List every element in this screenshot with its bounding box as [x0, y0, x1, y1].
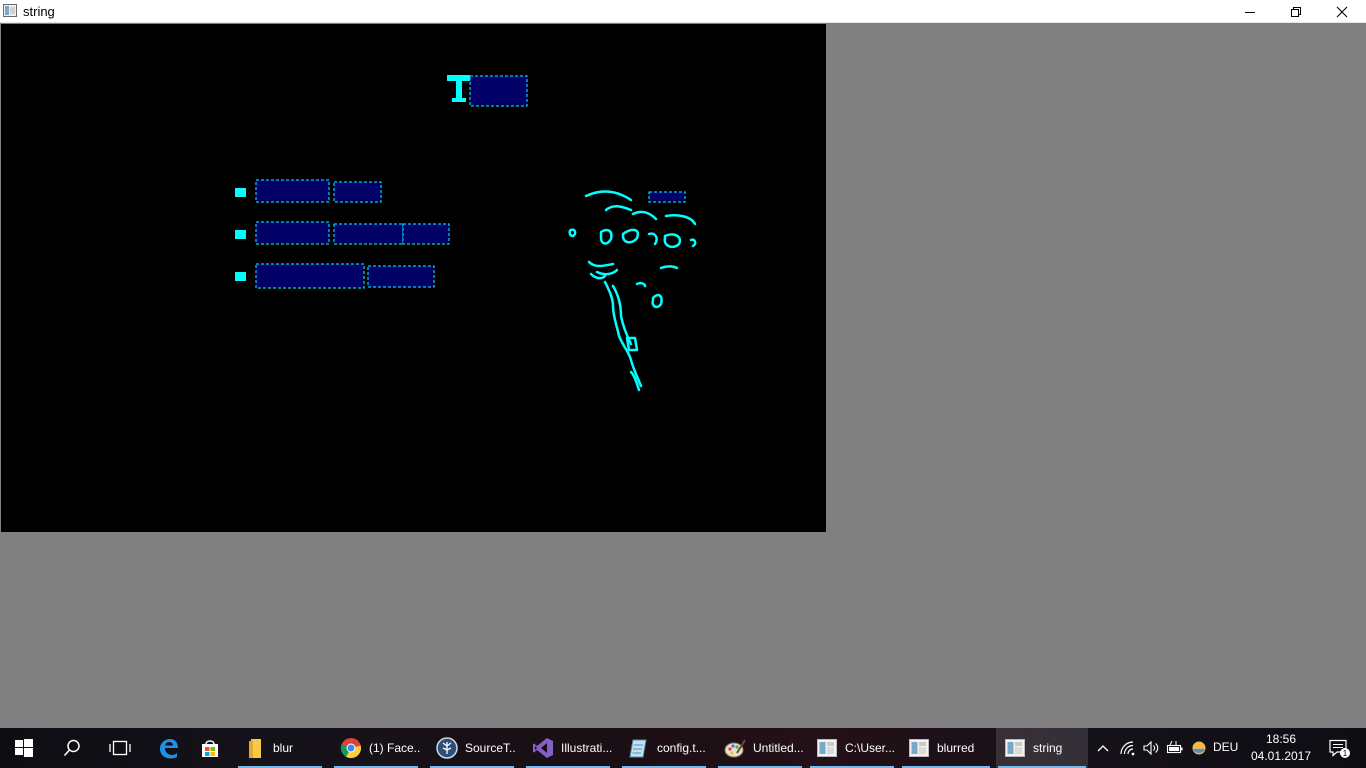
sourcetree-icon [436, 737, 458, 759]
taskbar-app-chrome[interactable]: (1) Face... [332, 728, 420, 768]
battery-button[interactable] [1164, 728, 1186, 768]
taskbar-app-label: Untitled... [753, 741, 804, 755]
edge-icon [160, 739, 178, 759]
minimize-icon [1245, 11, 1255, 13]
restore-button[interactable] [1273, 0, 1319, 23]
paint-icon [724, 739, 746, 758]
store-button[interactable] [186, 728, 234, 768]
input-language-indicator[interactable]: DEU [1213, 740, 1238, 754]
minimize-button[interactable] [1227, 0, 1273, 23]
notification-count: 1 [1343, 749, 1348, 758]
taskbar-app-notepad[interactable]: config.t... [620, 728, 708, 768]
start-button[interactable] [0, 728, 48, 768]
edge-detection-image [235, 75, 697, 392]
window-title-bar: string [0, 0, 1366, 23]
folder-icon [249, 739, 261, 758]
image-canvas [1, 24, 826, 532]
bullet-row [235, 221, 450, 245]
notepad-icon [629, 739, 647, 758]
taskbar-app-sourcetree[interactable]: SourceT... [428, 728, 516, 768]
search-button[interactable] [48, 728, 96, 768]
title-text-block [469, 75, 528, 107]
taskbar-app-visual-studio[interactable]: Illustrati... [524, 728, 612, 768]
action-center-button[interactable]: 1 [1320, 728, 1356, 768]
windows-logo-icon [15, 739, 33, 757]
store-icon [202, 740, 218, 757]
visual-studio-icon [533, 738, 553, 758]
speaker-icon [1143, 740, 1159, 756]
taskbar-app-blurred[interactable]: blurred [900, 728, 992, 768]
figure-label-block [648, 191, 686, 203]
taskbar-app-label: Illustrati... [561, 741, 612, 755]
taskbar: blur (1) Face... SourceT... Illustrati..… [0, 728, 1366, 768]
title-glyph [447, 75, 470, 102]
close-icon [1336, 6, 1348, 17]
search-icon [63, 739, 80, 757]
taskbar-app-label: C:\User... [845, 741, 896, 755]
weather-tray-button[interactable] [1188, 728, 1210, 768]
taskbar-app-string[interactable]: string [996, 728, 1088, 768]
image-window-icon [817, 739, 837, 757]
weather-icon [1192, 741, 1206, 755]
notification-icon: 1 [1329, 739, 1350, 758]
clock-date: 04.01.2017 [1250, 749, 1312, 763]
taskbar-app-paint[interactable]: Untitled... [716, 728, 804, 768]
chevron-up-icon [1097, 745, 1109, 752]
edge-figure [568, 190, 697, 392]
taskbar-app-label: (1) Face... [369, 741, 420, 755]
bullet-row [235, 179, 382, 203]
volume-button[interactable] [1140, 728, 1162, 768]
wifi-icon [1120, 741, 1135, 756]
taskbar-app-blur[interactable]: blur [236, 728, 324, 768]
taskbar-app-label: blurred [937, 741, 975, 755]
image-window-icon [3, 4, 17, 17]
taskbar-app-opencv-window-1[interactable]: C:\User... [808, 728, 896, 768]
window-title: string [23, 4, 55, 19]
close-button[interactable] [1319, 0, 1365, 23]
bullet-row [235, 263, 435, 289]
show-hidden-icons-button[interactable] [1092, 728, 1114, 768]
task-view-button[interactable] [96, 728, 144, 768]
clock[interactable]: 18:56 04.01.2017 [1250, 731, 1312, 765]
edge-browser-button[interactable] [144, 728, 192, 768]
chrome-icon [340, 738, 362, 759]
battery-charging-icon [1166, 741, 1183, 754]
clock-time: 18:56 [1265, 732, 1297, 746]
network-button[interactable] [1116, 728, 1140, 768]
taskbar-app-label: blur [273, 741, 294, 755]
restore-icon [1291, 6, 1301, 17]
taskbar-app-label: string [1033, 741, 1063, 755]
image-window-icon [909, 739, 929, 757]
taskbar-app-label: SourceT... [465, 741, 516, 755]
taskbar-app-label: config.t... [657, 741, 706, 755]
task-view-icon [109, 740, 131, 756]
image-window-icon [1005, 739, 1025, 757]
